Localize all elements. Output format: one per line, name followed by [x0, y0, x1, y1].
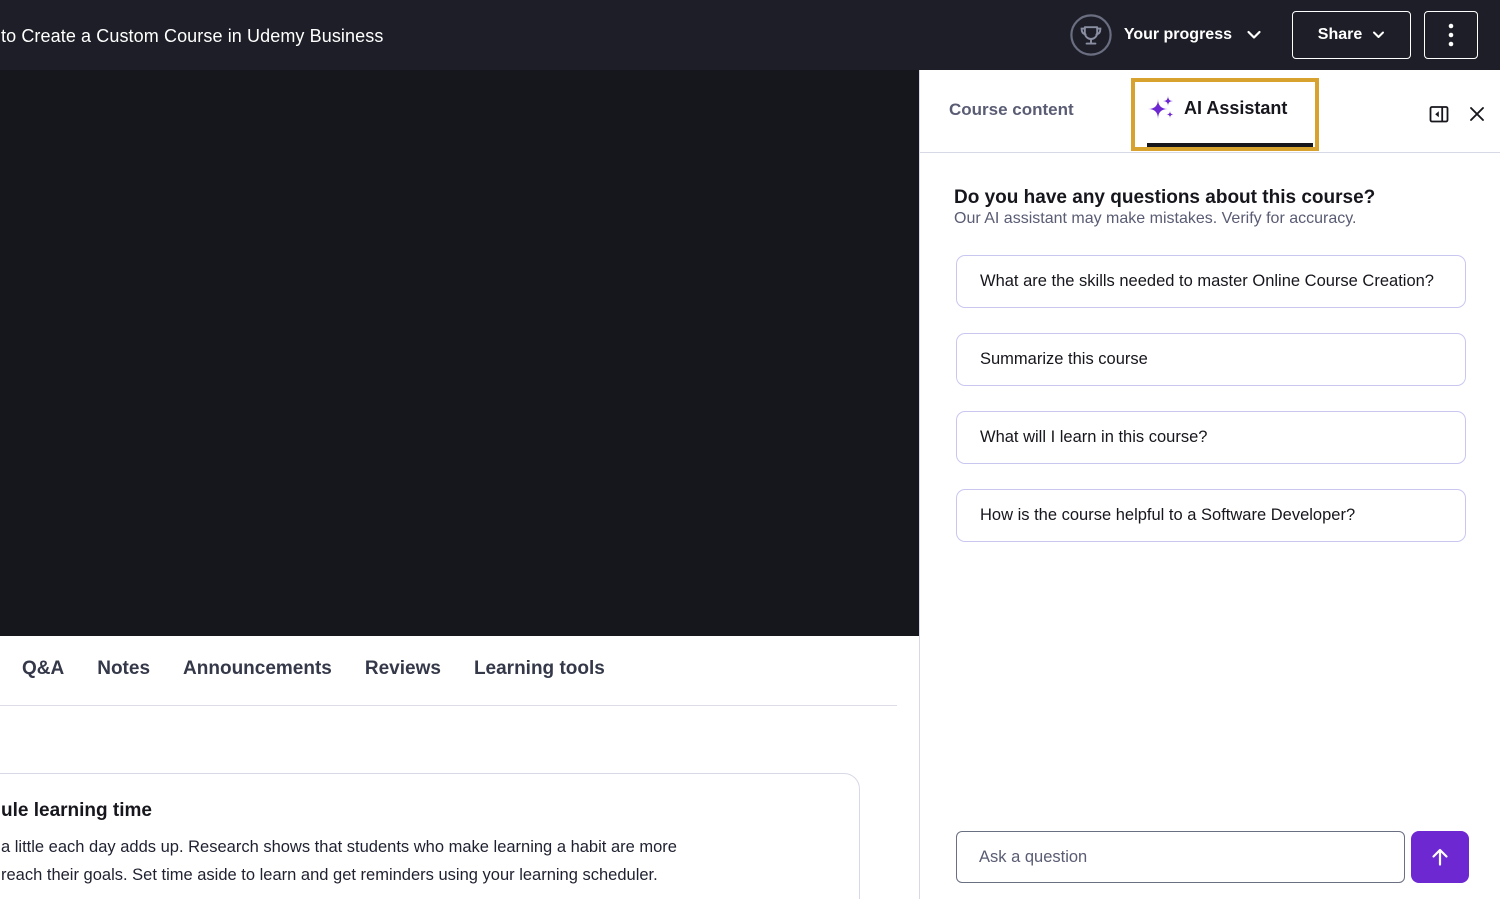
- suggestion-skills-needed[interactable]: What are the skills needed to master Onl…: [956, 255, 1466, 308]
- ai-assistant-tab-label: AI Assistant: [1184, 98, 1287, 119]
- ai-assistant-panel: Course content AI Assistant: [919, 70, 1500, 899]
- topbar-actions: Your progress Share: [1070, 0, 1478, 70]
- udemy-course-player-page: to Create a Custom Course in Udemy Busin…: [0, 0, 1500, 899]
- more-options-button[interactable]: [1424, 11, 1478, 59]
- schedule-card-title: ule learning time: [1, 800, 835, 822]
- active-tab-underline: [1147, 143, 1313, 147]
- schedule-card-line2: reach their goals. Set time aside to lea…: [1, 861, 835, 889]
- arrow-up-send-icon: [1427, 844, 1453, 870]
- tab-notes[interactable]: Notes: [97, 658, 150, 680]
- panel-header: Course content AI Assistant: [920, 70, 1500, 153]
- tab-learning-tools[interactable]: Learning tools: [474, 658, 605, 680]
- close-icon[interactable]: [1467, 104, 1487, 124]
- chevron-down-icon: [1372, 30, 1385, 40]
- share-button-label: Share: [1318, 26, 1362, 44]
- kebab-menu-icon: [1448, 23, 1454, 47]
- assistant-disclaimer: Our AI assistant may make mistakes. Veri…: [954, 210, 1357, 228]
- ask-question-input[interactable]: [956, 831, 1405, 883]
- send-question-button[interactable]: [1411, 831, 1469, 883]
- question-input-row: [956, 831, 1469, 883]
- course-dashboard: Q&A Notes Announcements Reviews Learning…: [0, 636, 919, 899]
- tabs-divider: [0, 705, 897, 706]
- trophy-icon: [1070, 14, 1112, 56]
- assistant-heading: Do you have any questions about this cou…: [954, 187, 1375, 209]
- video-player-area[interactable]: [0, 70, 919, 636]
- course-title: to Create a Custom Course in Udemy Busin…: [1, 26, 383, 47]
- sparkles-icon: [1147, 94, 1175, 122]
- your-progress-label: Your progress: [1124, 26, 1232, 44]
- dashboard-tabs: Q&A Notes Announcements Reviews Learning…: [22, 658, 605, 680]
- schedule-card-body: a little each day adds up. Research show…: [1, 833, 835, 889]
- schedule-learning-time-card: ule learning time a little each day adds…: [0, 773, 860, 899]
- tab-course-content[interactable]: Course content: [949, 100, 1074, 120]
- suggestion-summarize-course[interactable]: Summarize this course: [956, 333, 1466, 386]
- suggestion-what-will-i-learn[interactable]: What will I learn in this course?: [956, 411, 1466, 464]
- suggestion-helpful-software-developer[interactable]: How is the course helpful to a Software …: [956, 489, 1466, 542]
- suggested-questions: What are the skills needed to master Onl…: [956, 255, 1466, 542]
- your-progress-menu[interactable]: Your progress: [1070, 14, 1262, 56]
- topbar: to Create a Custom Course in Udemy Busin…: [0, 0, 1500, 70]
- share-button[interactable]: Share: [1292, 11, 1411, 59]
- schedule-card-line1: a little each day adds up. Research show…: [1, 833, 835, 861]
- tab-reviews[interactable]: Reviews: [365, 658, 441, 680]
- tab-qa[interactable]: Q&A: [22, 658, 64, 680]
- tab-ai-assistant[interactable]: AI Assistant: [1147, 94, 1287, 122]
- collapse-panel-icon[interactable]: [1428, 103, 1450, 125]
- chevron-down-icon: [1246, 29, 1262, 41]
- tab-announcements[interactable]: Announcements: [183, 658, 332, 680]
